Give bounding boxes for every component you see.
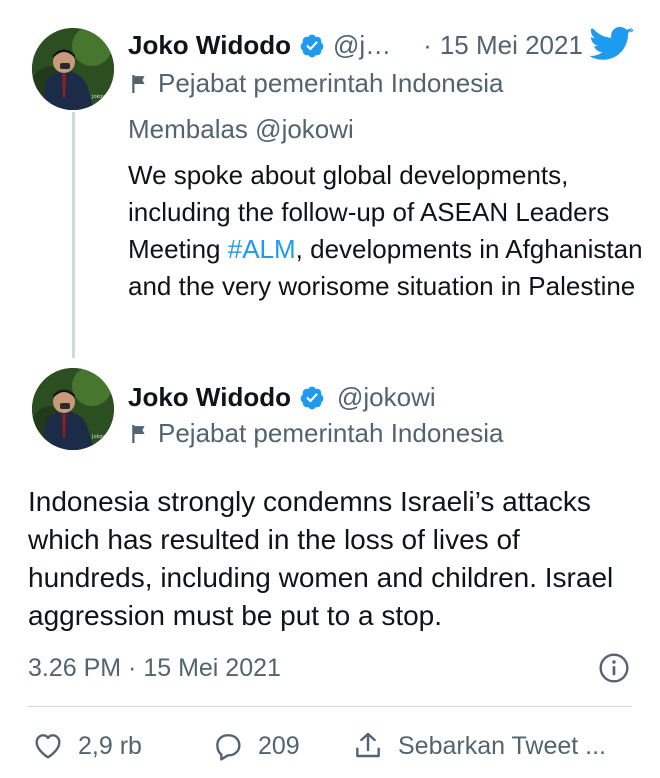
author-handle[interactable]: @j… — [333, 30, 391, 61]
date-separator: · — [423, 30, 432, 60]
account-label-text: Pejabat pemerintah Indonesia — [158, 418, 504, 448]
hashtag-link[interactable]: #ALM — [228, 234, 296, 264]
avatar[interactable]: Jokowi — [32, 368, 114, 450]
reply-count: 209 — [258, 731, 300, 760]
flag-icon — [132, 424, 145, 443]
author-handle[interactable]: @jokowi — [337, 382, 436, 413]
thread-connector-line — [72, 112, 75, 358]
replying-to-mention[interactable]: @jokowi — [255, 114, 354, 144]
like-count: 2,9 rb — [78, 731, 142, 760]
main-tweet-header: Joko Widodo @jokowi — [128, 382, 436, 413]
account-label: Pejabat pemerintah Indonesia — [130, 68, 503, 99]
info-icon[interactable] — [598, 652, 630, 684]
parent-tweet-text: We spoke about global developments, incl… — [128, 157, 648, 305]
share-label: Sebarkan Tweet ... — [398, 731, 606, 760]
author-name[interactable]: Joko Widodo — [128, 382, 291, 413]
heart-icon — [35, 734, 61, 759]
share-tweet-button[interactable]: Sebarkan Tweet ... — [352, 730, 606, 762]
replying-prefix: Membalas — [128, 114, 248, 144]
author-name[interactable]: Joko Widodo — [128, 30, 291, 61]
reply-button[interactable]: 209 — [212, 730, 300, 762]
svg-text:Jokowi: Jokowi — [91, 434, 108, 440]
main-tweet-text: Indonesia strongly condemns Israeli’s at… — [28, 486, 614, 631]
twitter-bird-icon[interactable] — [590, 26, 634, 64]
account-label-text: Pejabat pemerintah Indonesia — [158, 68, 504, 98]
tweet-timestamp[interactable]: 3.26 PM · 15 Mei 2021 — [28, 654, 281, 683]
account-label: Pejabat pemerintah Indonesia — [130, 418, 503, 449]
verified-badge-icon — [300, 34, 324, 57]
divider — [28, 706, 632, 707]
like-button[interactable]: 2,9 rb — [32, 730, 142, 762]
verified-badge-icon — [300, 386, 324, 409]
reply-icon — [216, 734, 241, 761]
share-icon — [356, 732, 380, 758]
replying-to: Membalas @jokowi — [128, 114, 354, 145]
svg-text:Jokowi: Jokowi — [91, 94, 108, 100]
avatar-image: Jokowi — [32, 368, 114, 450]
parent-tweet-header: Joko Widodo @j… · 15 Mei 2021 — [128, 30, 583, 61]
tweet-date[interactable]: 15 Mei 2021 — [440, 30, 583, 61]
flag-icon — [132, 74, 145, 93]
avatar[interactable]: Jokowi — [32, 28, 114, 110]
avatar-image: Jokowi — [32, 28, 114, 110]
